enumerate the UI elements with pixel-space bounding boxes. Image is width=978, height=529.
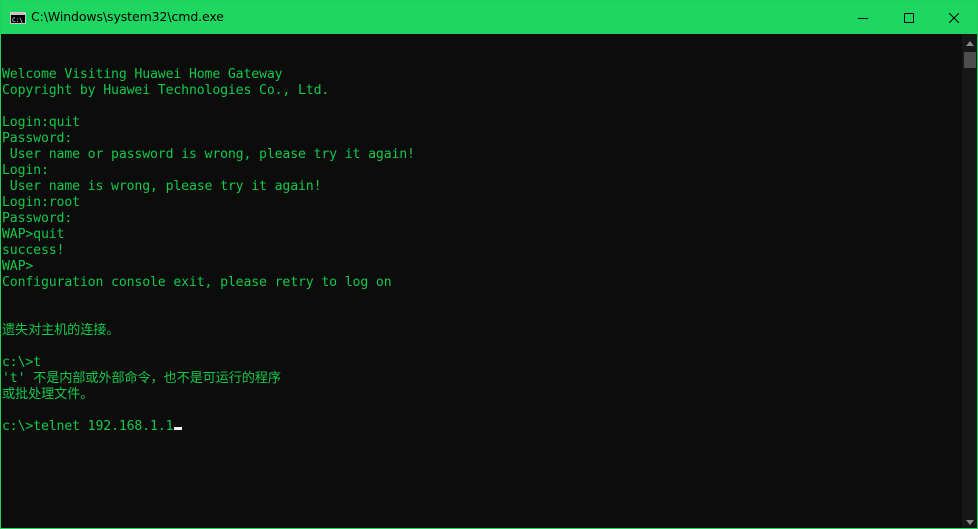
svg-text:C:\: C:\ [12,17,23,24]
console-line-text: c:\>telnet 192.168.1.1 [2,419,174,434]
console-line: c:\>telnet 192.168.1.1 [2,419,415,435]
console-line: Login: [2,163,415,179]
cmd-icon[interactable]: C:\ [10,11,26,24]
chevron-up-icon [966,33,974,51]
console-line: Password: [2,211,415,227]
console-line-text: c:\>t [2,355,41,370]
cmd-window: C:\ C:\Windows\system32\cmd.exe Welcome … [0,0,978,529]
console-line: Copyright by Huawei Technologies Co., Lt… [2,83,415,99]
console-line: Login:quit [2,115,415,131]
console-line-text: Configuration console exit, please retry… [2,275,392,290]
close-button[interactable] [931,1,977,34]
console-line-text: success! [2,243,65,258]
console-line-text: Login: [2,163,49,178]
scroll-up-button[interactable] [962,33,977,51]
console-line: User name or password is wrong, please t… [2,147,415,163]
console-line-text: 或批处理文件。 [2,387,94,402]
title-bar[interactable]: C:\ C:\Windows\system32\cmd.exe [1,1,977,34]
console-line: WAP>quit [2,227,415,243]
console-line: Configuration console exit, please retry… [2,275,415,291]
vertical-scrollbar[interactable] [962,33,977,528]
console-line: Login:root [2,195,415,211]
console-line: 't' 不是内部或外部命令，也不是可运行的程序 [2,371,415,387]
console-line-text: Login:root [2,195,80,210]
console-line-text: Welcome Visiting Huawei Home Gateway [2,67,283,82]
console-line-text: Password: [2,131,73,146]
console-line: 或批处理文件。 [2,387,415,403]
close-icon [949,12,959,23]
console-line-text: Copyright by Huawei Technologies Co., Lt… [2,83,330,98]
console-line: success! [2,243,415,259]
console-line-text: Password: [2,211,73,226]
maximize-icon [904,12,914,23]
console-line: WAP> [2,259,415,275]
console-line-text: User name or password is wrong, please t… [2,147,415,162]
console-line-text: User name is wrong, please try it again! [2,179,322,194]
console-line: c:\>t [2,355,415,371]
scroll-thumb[interactable] [964,52,976,68]
console-line: Password: [2,131,415,147]
window-title: C:\Windows\system32\cmd.exe [31,9,224,24]
console-line: Welcome Visiting Huawei Home Gateway [2,67,415,83]
console-line-text: WAP> [2,259,34,274]
console-line-text: 't' 不是内部或外部命令，也不是可运行的程序 [2,371,281,386]
console-line: 遗失对主机的连接。 [2,323,415,339]
console-line-text: WAP>quit [2,227,65,242]
console-output: Welcome Visiting Huawei Home Gateway Copy… [2,51,415,435]
console-line: User name is wrong, please try it again! [2,179,415,195]
console-line-text: Login:quit [2,115,80,130]
chevron-down-icon [966,512,974,528]
console-line-text: 遗失对主机的连接。 [2,323,120,338]
minimize-icon [858,13,868,23]
scroll-down-button[interactable] [962,512,977,528]
text-cursor [174,427,183,430]
minimize-button[interactable] [840,1,886,34]
maximize-button[interactable] [886,1,932,34]
console-area[interactable]: Welcome Visiting Huawei Home Gateway Copy… [1,34,961,528]
